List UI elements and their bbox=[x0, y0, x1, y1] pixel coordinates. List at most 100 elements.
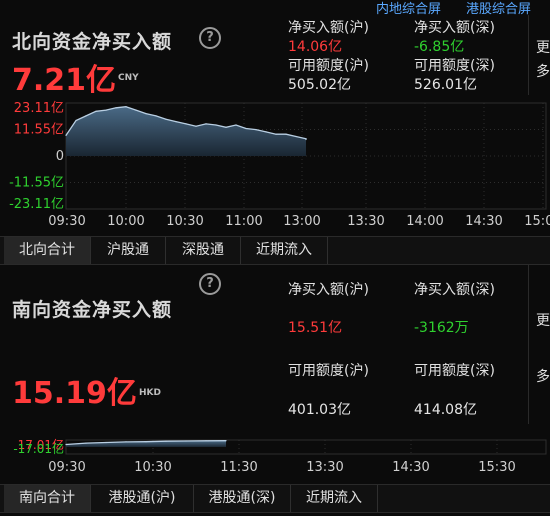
south-net-sz-label: 净买入额(深) bbox=[414, 282, 495, 298]
north-data-point bbox=[145, 113, 147, 115]
south-flow-chart: 17.01亿-17.01亿09:30 10:30 11:30 13:30 14:30 15… bbox=[13, 437, 547, 475]
north-side-many[interactable]: 多 bbox=[536, 61, 550, 81]
tab-north-total[interactable]: 北向合计 bbox=[4, 237, 91, 264]
north-net-sh-label: 净买入额(沪) bbox=[288, 20, 369, 36]
north-side-more[interactable]: 更 bbox=[536, 37, 550, 57]
north-data-point bbox=[195, 125, 197, 127]
south-net-sh-value: 15.51亿 bbox=[288, 320, 343, 336]
north-data-point bbox=[275, 133, 277, 135]
north-data-point bbox=[205, 123, 207, 125]
south-side-more[interactable]: 更 bbox=[536, 310, 550, 330]
north-data-point bbox=[135, 109, 137, 111]
south-currency: HKD bbox=[139, 388, 161, 398]
tab-south-recent-inflow[interactable]: 近期流入 bbox=[291, 485, 378, 512]
north-y-tick-label: 0 bbox=[56, 149, 64, 164]
south-data-point bbox=[205, 440, 207, 442]
north-x-tick-label: 13:30 bbox=[347, 214, 384, 229]
south-tab-bar: 南向合计 港股通(沪) 港股通(深) 近期流入 bbox=[0, 484, 550, 513]
north-data-point bbox=[85, 115, 87, 117]
north-avail-sh-label: 可用额度(沪) bbox=[288, 58, 369, 74]
south-data-point bbox=[165, 440, 167, 442]
south-net-sh-label: 净买入额(沪) bbox=[288, 282, 369, 298]
top-nav-bar: 内地综合屏 港股综合屏 bbox=[0, 0, 550, 17]
north-data-point bbox=[175, 121, 177, 123]
north-data-point bbox=[155, 115, 157, 117]
north-avail-sz-label: 可用额度(深) bbox=[414, 58, 495, 74]
south-data-point bbox=[185, 440, 187, 442]
tab-sz-connect[interactable]: 深股通 bbox=[166, 237, 241, 264]
north-title: 北向资金净买入额 bbox=[12, 31, 173, 53]
south-title: 南向资金净买入额 bbox=[12, 299, 173, 321]
north-x-tick-label: 10:00 bbox=[107, 214, 144, 229]
south-x-tick-label: 15:30 bbox=[478, 460, 515, 475]
south-side-divider bbox=[528, 264, 529, 424]
north-data-point bbox=[65, 134, 67, 136]
south-data-point bbox=[125, 441, 127, 443]
south-x-tick-label: 11:30 bbox=[220, 460, 257, 475]
north-panel: 北向资金净买入额 ? 7.21亿 CNY 净买入额(沪) 净买入额(深) 14.… bbox=[0, 15, 550, 263]
south-data-point bbox=[85, 442, 87, 444]
south-data-point bbox=[65, 443, 67, 446]
north-data-point bbox=[95, 110, 97, 112]
south-panel: 南向资金净买入额 ? 15.19亿 HKD 净买入额(沪) 净买入额(深) 15… bbox=[0, 264, 550, 484]
north-currency: CNY bbox=[118, 73, 139, 83]
south-net-sz-value: -3162万 bbox=[414, 320, 469, 336]
north-net-sh-value: 14.06亿 bbox=[288, 39, 343, 55]
north-flow-chart: 23.11亿 11.55亿 0 -11.55亿 -23.11亿 09:30 10:00 10:… bbox=[9, 101, 550, 229]
north-data-point bbox=[185, 123, 187, 125]
north-flow-area bbox=[66, 106, 306, 156]
north-data-point bbox=[165, 118, 167, 120]
north-x-tick-label: 10:30 bbox=[166, 214, 203, 229]
south-x-tick-label: 10:30 bbox=[134, 460, 171, 475]
north-x-tick-label: 13:00 bbox=[283, 214, 320, 229]
south-avail-sz-label: 可用额度(深) bbox=[414, 363, 495, 379]
north-help-icon[interactable]: ? bbox=[199, 27, 221, 49]
north-data-point bbox=[125, 106, 127, 108]
south-data-point bbox=[225, 440, 227, 442]
north-x-tick-label: 11:00 bbox=[225, 214, 262, 229]
south-data-point bbox=[105, 441, 107, 444]
south-avail-sh-label: 可用额度(沪) bbox=[288, 363, 369, 379]
north-avail-sz-value: 526.01亿 bbox=[414, 77, 477, 93]
tab-south-total[interactable]: 南向合计 bbox=[4, 485, 91, 512]
north-net-sz-label: 净买入额(深) bbox=[414, 20, 495, 36]
south-help-icon[interactable]: ? bbox=[199, 273, 221, 295]
south-x-tick-label: 13:30 bbox=[306, 460, 343, 475]
tab-north-recent-inflow[interactable]: 近期流入 bbox=[241, 237, 328, 264]
north-data-point bbox=[295, 135, 297, 138]
north-data-point bbox=[245, 127, 247, 130]
north-data-point bbox=[305, 138, 307, 141]
tab-hk-connect-sz[interactable]: 港股通(深) bbox=[194, 485, 291, 512]
south-x-tick-label: 14:30 bbox=[392, 460, 429, 475]
north-y-tick-label: -11.55亿 bbox=[9, 175, 64, 190]
tab-sh-connect[interactable]: 沪股通 bbox=[91, 237, 166, 264]
north-side-divider bbox=[528, 15, 529, 95]
north-x-tick-label: 14:00 bbox=[406, 214, 443, 229]
north-data-point bbox=[255, 129, 257, 131]
north-x-tick-label: 09:30 bbox=[48, 214, 85, 229]
north-y-tick-label: -23.11亿 bbox=[9, 197, 64, 212]
north-avail-sh-value: 505.02亿 bbox=[288, 77, 351, 93]
south-side-many[interactable]: 多 bbox=[536, 366, 550, 386]
north-data-point bbox=[75, 119, 77, 122]
south-avail-sz-value: 414.08亿 bbox=[414, 402, 477, 418]
south-net-value: 15.19亿 bbox=[12, 376, 137, 411]
north-tab-bar: 北向合计 沪股通 深股通 近期流入 bbox=[0, 236, 550, 265]
north-data-point bbox=[105, 109, 107, 111]
north-x-tick-label: 15:00 bbox=[524, 214, 550, 229]
north-data-point bbox=[235, 124, 237, 126]
tab-hk-connect-sh[interactable]: 港股通(沪) bbox=[91, 485, 194, 512]
north-net-value: 7.21亿 bbox=[12, 63, 117, 98]
north-net-sz-value: -6.85亿 bbox=[414, 39, 465, 55]
north-x-tick-label: 14:30 bbox=[465, 214, 502, 229]
south-avail-sh-value: 401.03亿 bbox=[288, 402, 351, 418]
north-y-tick-label: 23.11亿 bbox=[14, 101, 64, 116]
south-data-point bbox=[145, 441, 147, 443]
north-data-point bbox=[215, 124, 217, 126]
north-y-tick-label: 11.55亿 bbox=[14, 123, 64, 138]
north-data-point bbox=[115, 107, 117, 109]
south-x-tick-label: 09:30 bbox=[48, 460, 85, 475]
south-y-tick-label: -17.01亿 bbox=[13, 441, 64, 456]
north-data-point bbox=[285, 133, 287, 135]
north-data-point bbox=[225, 126, 227, 128]
